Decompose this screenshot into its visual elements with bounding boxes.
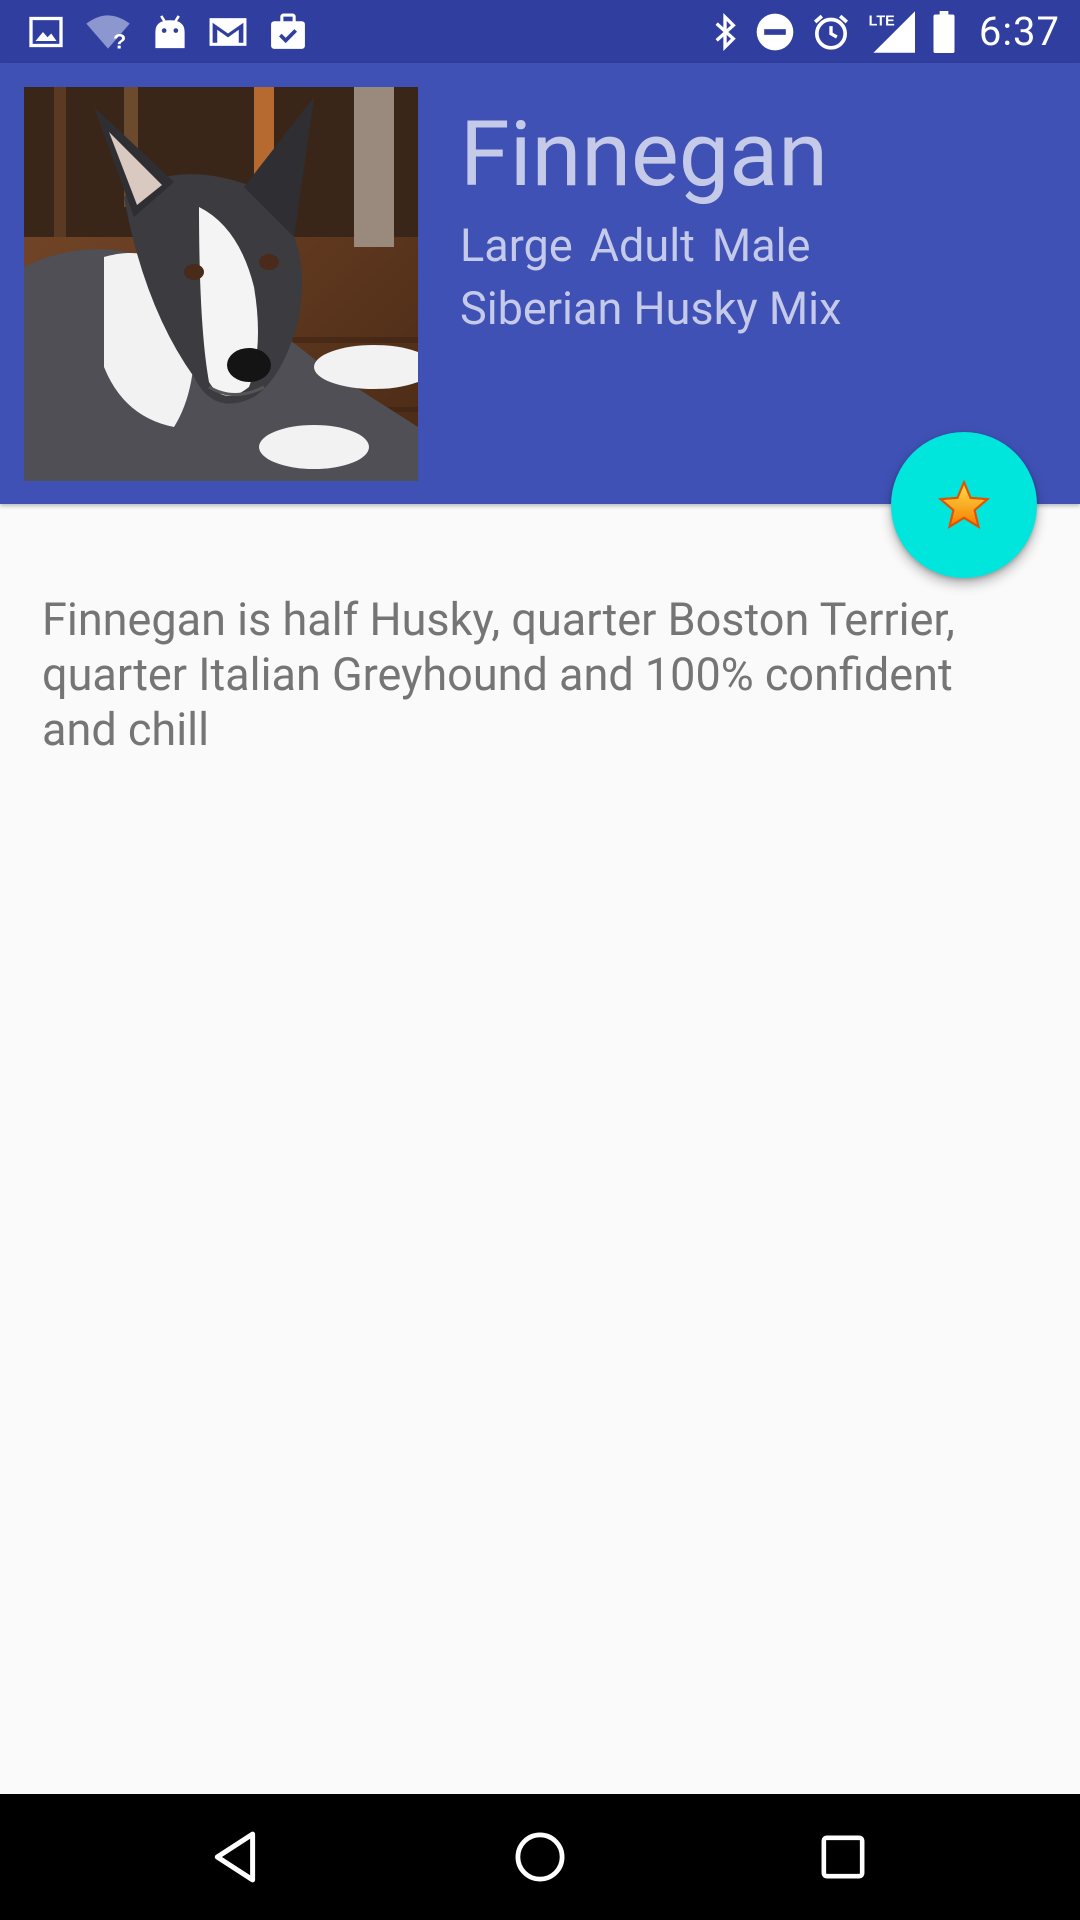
pet-name: Finnegan <box>460 102 828 207</box>
favorite-button[interactable] <box>891 432 1037 578</box>
battery-icon <box>933 10 955 53</box>
lte-signal-icon: LTE <box>868 10 915 53</box>
back-button[interactable] <box>156 1794 316 1920</box>
pet-header: Finnegan Large Adult Male Siberian Husky… <box>0 63 1080 504</box>
alarm-icon <box>813 14 848 50</box>
image-icon <box>29 16 63 47</box>
pet-age: Adult <box>589 219 695 272</box>
clipboard-check-icon <box>271 13 305 49</box>
notification-icons: ? <box>28 0 308 63</box>
status-bar: ? LTE 6:37 <box>0 0 1080 63</box>
dog-photo-illustration <box>24 87 418 481</box>
system-icons: LTE 6:37 <box>711 0 1060 63</box>
navigation-bar <box>0 1794 1080 1920</box>
wifi-unknown-icon: ? <box>86 14 130 52</box>
pet-attributes: Large Adult Male <box>460 219 810 272</box>
recents-icon <box>821 1835 865 1879</box>
do-not-disturb-icon <box>756 13 794 50</box>
pet-sex: Male <box>711 219 811 272</box>
home-button[interactable] <box>460 1794 620 1920</box>
android-icon <box>155 14 185 48</box>
recents-button[interactable] <box>763 1794 923 1920</box>
pet-size: Large <box>460 219 573 272</box>
svg-text:?: ? <box>113 28 126 51</box>
back-icon <box>214 1831 256 1883</box>
bluetooth-icon <box>715 12 736 51</box>
status-time: 6:37 <box>978 8 1060 55</box>
home-icon <box>515 1832 565 1882</box>
pet-breed: Siberian Husky Mix <box>460 282 842 335</box>
svg-text:LTE: LTE <box>868 13 895 29</box>
pet-description: Finnegan is half Husky, quarter Boston T… <box>42 593 955 756</box>
gmail-icon <box>209 17 247 46</box>
pet-photo <box>24 87 418 481</box>
star-icon <box>938 480 990 529</box>
